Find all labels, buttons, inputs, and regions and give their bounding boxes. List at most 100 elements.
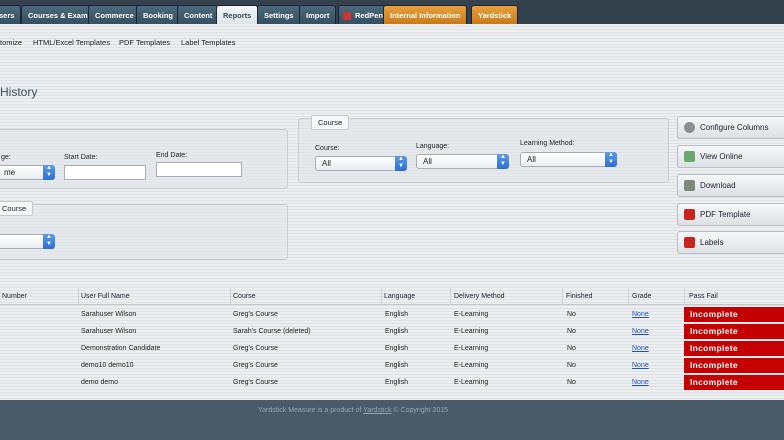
type-select-value: me (4, 168, 16, 177)
cell-language: English (385, 328, 408, 335)
course-label: Course: (315, 145, 340, 152)
pass-fail-badge: Incomplete (684, 307, 784, 322)
subnav-customize[interactable]: tomize (0, 38, 22, 47)
configure-columns-button[interactable]: Configure Columns (677, 116, 784, 139)
cell-grade-link[interactable]: None (632, 374, 649, 391)
course-select-value: All (322, 159, 331, 168)
header-number[interactable]: Number (2, 288, 27, 305)
spreadsheet-icon (684, 180, 695, 191)
view-online-button[interactable]: View Online (677, 145, 784, 168)
header-language[interactable]: Language (384, 288, 415, 305)
end-date-input[interactable] (156, 162, 242, 177)
cell-language: English (385, 362, 408, 369)
table-row: Sarahuser Wilson Sarah's Course (deleted… (0, 323, 784, 340)
footer-prefix: Yardstick Measure is a product of (258, 407, 362, 414)
cell-course: Sarah's Course (deleted) (233, 328, 311, 335)
top-nav-bar: sers Courses & Exams Commerce Booking Co… (0, 0, 784, 26)
cell-grade-link[interactable]: None (632, 357, 649, 374)
subnav-html-excel-templates[interactable]: HTML/Excel Templates (33, 38, 110, 47)
footer-yardstick-link[interactable]: Yardstick (363, 407, 391, 414)
tab-booking[interactable]: Booking (136, 5, 180, 25)
cell-finished: No (567, 362, 576, 369)
table-header: Number User Full Name Course Language De… (0, 288, 784, 305)
course-select[interactable]: All ▲ ▼ (315, 156, 407, 171)
course-legend: Course (311, 115, 350, 130)
table-row: Sarahuser Wilson Greg's Course English E… (0, 306, 784, 323)
select-arrows-icon: ▲ ▼ (395, 156, 407, 171)
course-legend-left: Course (0, 201, 34, 216)
cell-language: English (385, 379, 408, 386)
cell-delivery-method: E-Learning (454, 328, 489, 335)
footer-text: Yardstick Measure is a product of Yardst… (258, 407, 448, 414)
cell-delivery-method: E-Learning (454, 311, 489, 318)
header-user-full-name[interactable]: User Full Name (81, 288, 130, 305)
header-delivery-method[interactable]: Delivery Method (454, 288, 505, 305)
type-select[interactable]: me ▲ ▼ (0, 165, 55, 180)
cell-user-name: demo10 demo10 (81, 362, 134, 369)
labels-button[interactable]: Labels (677, 231, 784, 254)
cell-course: Greg's Course (233, 345, 278, 352)
footer: Yardstick Measure is a product of Yardst… (0, 400, 784, 440)
cell-delivery-method: E-Learning (454, 345, 489, 352)
tab-reports[interactable]: Reports (216, 5, 259, 25)
cell-course: Greg's Course (233, 362, 278, 369)
cell-finished: No (567, 311, 576, 318)
tab-internal-information[interactable]: Internal Information (383, 5, 468, 25)
footer-copyright: © Copyright 2015 (393, 407, 448, 414)
page-title: History (0, 85, 38, 99)
configure-columns-label: Configure Columns (700, 123, 769, 132)
pass-fail-badge: Incomplete (684, 341, 784, 356)
language-label: Language: (416, 143, 450, 150)
redpen-icon (343, 12, 351, 20)
cell-course: Greg's Course (233, 379, 278, 386)
header-course[interactable]: Course (233, 288, 256, 305)
cell-finished: No (567, 328, 576, 335)
pdf-template-label: PDF Template (700, 210, 751, 219)
tab-settings[interactable]: Settings (257, 5, 301, 25)
cell-user-name: Demonstration Candidate (81, 345, 161, 352)
cell-grade-link[interactable]: None (632, 323, 649, 340)
select-arrows-icon: ▲ ▼ (497, 154, 509, 169)
cell-user-name: demo demo (81, 379, 118, 386)
cell-finished: No (567, 345, 576, 352)
subnav-pdf-templates[interactable]: PDF Templates (119, 38, 170, 47)
cell-user-name: Sarahuser Wilson (81, 328, 137, 335)
type-label: ge: (1, 154, 11, 161)
learning-method-select[interactable]: All ▲ ▼ (520, 152, 617, 167)
cell-delivery-method: E-Learning (454, 379, 489, 386)
tab-yardstick[interactable]: Yardstick (471, 5, 519, 25)
main-content: tomize HTML/Excel Templates PDF Template… (0, 24, 784, 400)
labels-label: Labels (700, 238, 724, 247)
language-select[interactable]: All ▲ ▼ (416, 154, 509, 169)
tab-users[interactable]: sers (0, 5, 22, 25)
tab-import[interactable]: Import (299, 5, 337, 25)
header-finished[interactable]: Finished (566, 288, 592, 305)
date-filter-panel: ge: me ▲ ▼ Start Date: End Date: (0, 129, 288, 189)
download-button[interactable]: Download (677, 174, 784, 197)
select-arrows-icon: ▲ ▼ (43, 165, 55, 180)
table-row: demo10 demo10 Greg's Course English E-Le… (0, 357, 784, 374)
header-pass-fail[interactable]: Pass Fail (689, 288, 718, 305)
cell-grade-link[interactable]: None (632, 340, 649, 357)
start-date-input[interactable] (64, 165, 146, 180)
cell-language: English (385, 311, 408, 318)
select-arrows-icon: ▲ ▼ (43, 234, 55, 249)
cell-grade-link[interactable]: None (632, 306, 649, 323)
download-label: Download (700, 181, 736, 190)
tab-content[interactable]: Content (177, 5, 220, 25)
cell-delivery-method: E-Learning (454, 362, 489, 369)
pass-fail-badge: Incomplete (684, 324, 784, 339)
start-date-label: Start Date: (64, 154, 98, 161)
course-select-left[interactable]: ▲ ▼ (0, 234, 55, 249)
select-arrows-icon: ▲ ▼ (605, 152, 617, 167)
view-online-label: View Online (700, 152, 743, 161)
subnav-label-templates[interactable]: Label Templates (181, 38, 235, 47)
learning-method-select-value: All (527, 155, 536, 164)
header-grade[interactable]: Grade (632, 288, 651, 305)
end-date-label: End Date: (156, 152, 188, 159)
cell-finished: No (567, 379, 576, 386)
pass-fail-badge: Incomplete (684, 358, 784, 373)
view-online-icon (684, 151, 695, 162)
pdf-template-button[interactable]: PDF Template (677, 203, 784, 226)
tab-commerce[interactable]: Commerce (88, 5, 141, 25)
